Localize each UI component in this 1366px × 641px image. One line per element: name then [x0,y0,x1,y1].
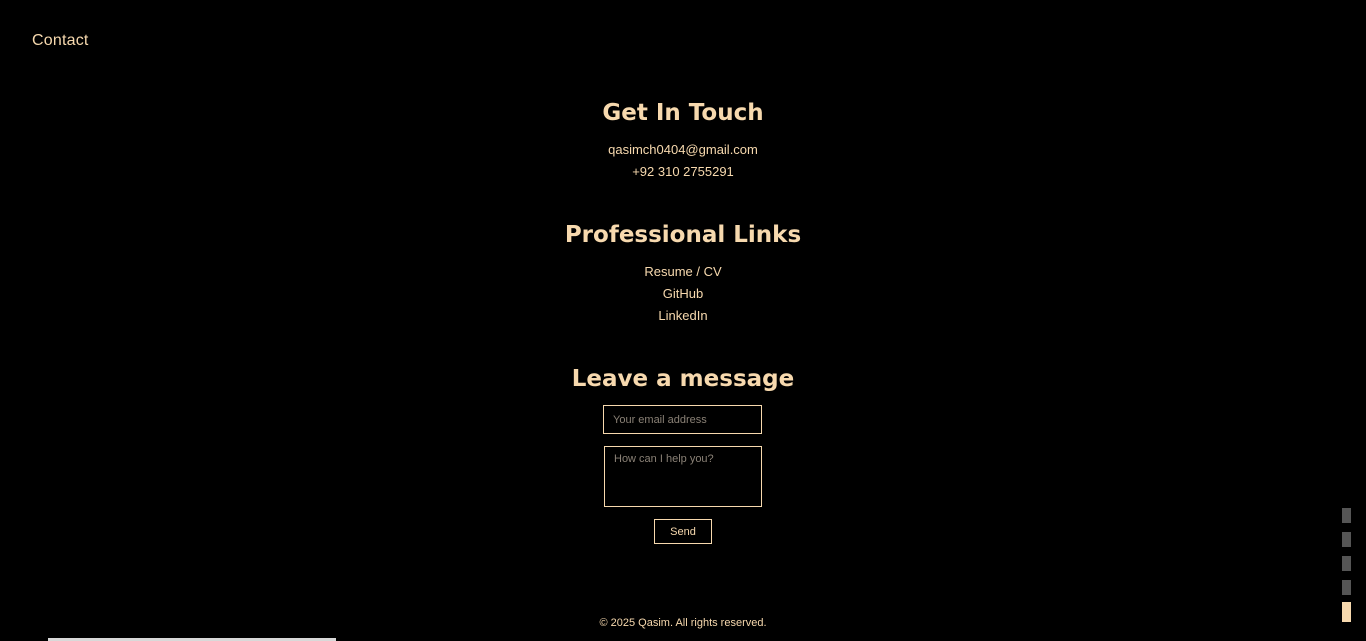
footer-copyright: © 2025 Qasim. All rights reserved. [599,617,767,629]
contact-email-link[interactable]: qasimch0404@gmail.com [608,142,758,157]
linkedin-link[interactable]: LinkedIn [658,308,707,323]
contact-phone: +92 310 2755291 [632,164,734,179]
section-dot-5-active[interactable] [1342,602,1351,622]
contact-page: Contact Get In Touch qasimch0404@gmail.c… [0,0,1366,641]
section-dot-1[interactable] [1342,508,1351,523]
contact-email[interactable]: qasimch0404@gmail.com [0,142,1366,157]
get-in-touch-heading: Get In Touch [602,100,764,126]
message-textarea[interactable] [604,446,762,507]
leave-message-heading: Leave a message [571,366,795,392]
github-link[interactable]: GitHub [663,286,703,301]
link-linkedin[interactable]: LinkedIn [0,308,1366,323]
section-dot-2[interactable] [1342,532,1351,547]
link-resume[interactable]: Resume / CV [0,264,1366,279]
send-button[interactable]: Send [654,519,712,544]
link-github[interactable]: GitHub [0,286,1366,301]
email-input[interactable] [603,405,762,434]
section-dot-3[interactable] [1342,556,1351,571]
resume-link[interactable]: Resume / CV [644,264,721,279]
professional-links-heading: Professional Links [564,222,802,248]
page-nav-title[interactable]: Contact [32,32,89,50]
section-dot-4[interactable] [1342,580,1351,595]
